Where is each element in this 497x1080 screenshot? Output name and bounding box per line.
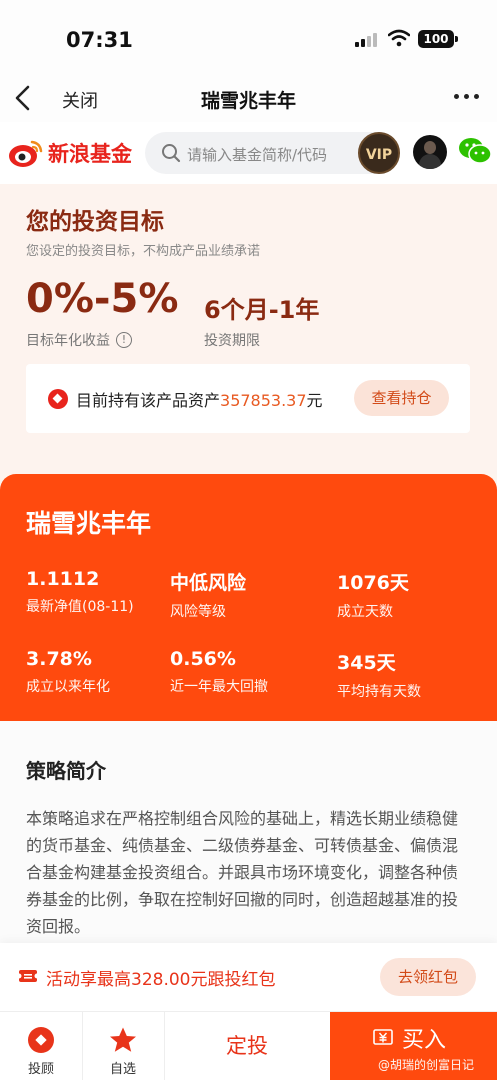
status-time: 07:31	[66, 28, 133, 52]
wifi-icon	[388, 29, 410, 47]
sina-fund-logo[interactable]: 新浪基金	[8, 137, 132, 169]
user-avatar[interactable]	[413, 135, 447, 169]
stat-max-drawdown: 0.56% 近一年最大回撤	[170, 648, 268, 695]
vip-badge[interactable]: VIP	[358, 132, 400, 174]
holding-diamond-icon	[48, 389, 68, 409]
tab-advisor[interactable]: 投顾	[0, 1012, 82, 1080]
investment-goal-section: 您的投资目标 您设定的投资目标，不构成产品业绩承诺 0%-5% 目标年化收益 !…	[0, 184, 497, 474]
cellular-signal-icon	[355, 32, 377, 47]
watermark-text: @胡瑞的创富日记	[378, 1058, 475, 1072]
advisor-icon	[28, 1027, 54, 1053]
goal-heading: 您的投资目标	[26, 209, 164, 235]
holding-card: 目前持有该产品资产357853.37元 查看持仓	[26, 364, 470, 433]
strategy-description: 本策略追求在严格控制组合风险的基础上，精选长期业绩稳健的货币基金、纯债基金、二级…	[26, 809, 459, 936]
strategy-section: 策略简介 本策略追求在严格控制组合风险的基础上，精选长期业绩稳健的货币基金、纯债…	[0, 721, 497, 943]
back-arrow-icon[interactable]	[12, 84, 36, 112]
more-options-icon[interactable]	[454, 94, 479, 99]
auto-invest-button[interactable]: 定投	[164, 1012, 330, 1080]
promo-text: 活动享最高328.00元跟投红包	[46, 970, 276, 990]
fund-summary-card: 瑞雪兆丰年 1.1112 最新净值(08-11) 中低风险 风险等级 1076天…	[0, 474, 497, 721]
brand-search-bar: 新浪基金 请输入基金简称/代码 VIP	[0, 122, 497, 184]
status-bar: 07:31 100	[0, 0, 497, 74]
strategy-heading: 策略简介	[26, 759, 106, 783]
fund-name: 瑞雪兆丰年	[26, 509, 152, 538]
ticket-icon	[18, 970, 38, 982]
target-return-label: 目标年化收益	[26, 333, 110, 349]
wechat-icon[interactable]	[458, 136, 492, 166]
close-button[interactable]: 关闭	[62, 87, 98, 113]
stat-annualized: 3.78% 成立以来年化	[26, 648, 110, 695]
info-icon[interactable]: !	[116, 332, 132, 348]
sina-eye-icon	[9, 140, 43, 167]
tab-watchlist[interactable]: 自选	[82, 1012, 164, 1080]
stat-avg-holding-days: 345天 平均持有天数	[337, 652, 421, 700]
search-icon	[162, 144, 181, 163]
stat-days-established: 1076天 成立天数	[337, 572, 409, 620]
yuan-ticket-icon	[373, 1029, 393, 1045]
stat-risk: 中低风险 风险等级	[170, 572, 247, 620]
brand-name: 新浪基金	[48, 142, 132, 166]
investment-period-value: 6个月-1年	[204, 296, 320, 324]
holding-text: 目前持有该产品资产357853.37元	[76, 391, 323, 410]
goal-disclaimer: 您设定的投资目标，不构成产品业绩承诺	[26, 244, 261, 259]
battery-icon: 100	[418, 30, 458, 48]
claim-red-packet-button[interactable]: 去领红包	[380, 958, 476, 996]
nav-bar: 关闭 瑞雪兆丰年	[0, 74, 497, 122]
view-holdings-button[interactable]: 查看持仓	[354, 380, 449, 416]
investment-period-label: 投资期限	[204, 333, 260, 349]
search-placeholder: 请输入基金简称/代码	[187, 146, 328, 164]
promo-bar: 活动享最高328.00元跟投红包 去领红包	[0, 943, 497, 1011]
stat-nav: 1.1112 最新净值(08-11)	[26, 568, 134, 615]
target-return-value: 0%-5%	[26, 276, 179, 322]
star-icon	[110, 1027, 136, 1052]
holding-amount: 357853.37	[220, 391, 307, 410]
target-return-label-row: 目标年化收益 !	[26, 330, 132, 350]
